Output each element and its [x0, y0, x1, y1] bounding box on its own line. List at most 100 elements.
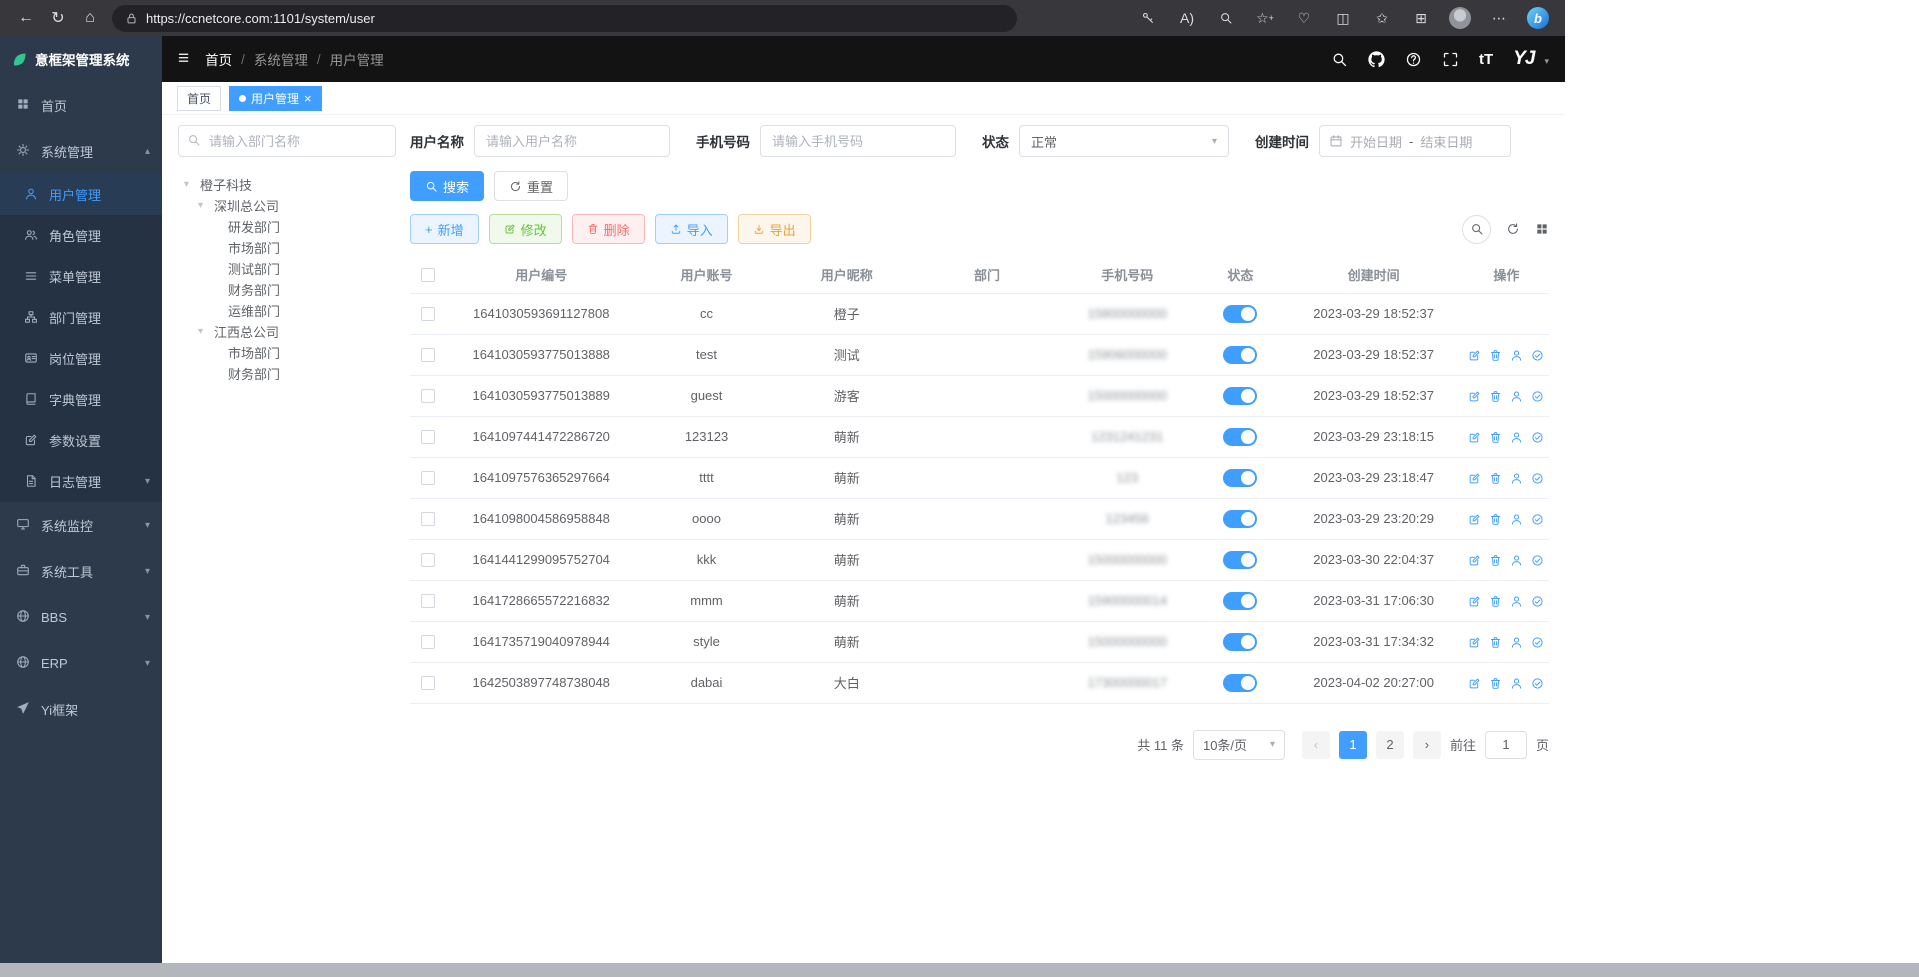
- prev-page-button[interactable]: ‹: [1302, 731, 1330, 759]
- sidebar-item-日志管理[interactable]: 日志管理▾: [0, 461, 162, 502]
- user-detail-icon[interactable]: [1510, 472, 1523, 485]
- tree-node[interactable]: ▾深圳总公司: [178, 195, 396, 216]
- status-toggle[interactable]: [1223, 510, 1257, 528]
- modify-button[interactable]: 修改: [489, 214, 562, 244]
- user-detail-icon[interactable]: [1510, 677, 1523, 690]
- page-size-select[interactable]: 10条/页 ▾: [1193, 730, 1285, 760]
- edit-row-icon[interactable]: [1468, 472, 1481, 485]
- address-bar[interactable]: https://ccnetcore.com:1101/system/user: [112, 5, 1017, 32]
- status-toggle[interactable]: [1223, 346, 1257, 364]
- approve-icon[interactable]: [1531, 636, 1544, 649]
- fullscreen-icon[interactable]: [1442, 51, 1459, 68]
- tree-node[interactable]: 财务部门: [178, 363, 396, 384]
- row-checkbox[interactable]: [421, 594, 435, 608]
- row-checkbox[interactable]: [421, 676, 435, 690]
- add-favorite-icon[interactable]: ☆: [1254, 7, 1276, 29]
- breadcrumb-home[interactable]: 首页: [205, 49, 232, 69]
- browser-settings-icon[interactable]: ⋯: [1488, 7, 1510, 29]
- approve-icon[interactable]: [1531, 677, 1544, 690]
- select-all-checkbox[interactable]: [421, 268, 435, 282]
- user-menu-caret-icon[interactable]: ▾: [1544, 56, 1549, 67]
- delete-row-icon[interactable]: [1489, 472, 1502, 485]
- sidebar-item-部门管理[interactable]: 部门管理: [0, 297, 162, 338]
- sidebar-item-首页[interactable]: 首页: [0, 82, 162, 128]
- favorites-icon[interactable]: ✩: [1371, 7, 1393, 29]
- status-select[interactable]: 正常 ▾: [1019, 125, 1229, 157]
- reset-button[interactable]: 重置: [494, 171, 568, 201]
- approve-icon[interactable]: [1531, 554, 1544, 567]
- edit-row-icon[interactable]: [1468, 431, 1481, 444]
- date-range-picker[interactable]: 开始日期 - 结束日期: [1319, 125, 1511, 157]
- dept-search-input[interactable]: [178, 125, 396, 157]
- status-toggle[interactable]: [1223, 469, 1257, 487]
- sidebar-item-系统监控[interactable]: 系统监控▾: [0, 502, 162, 548]
- search-button[interactable]: 搜索: [410, 171, 484, 201]
- sidebar-item-ERP[interactable]: ERP▾: [0, 640, 162, 686]
- tab-user-management[interactable]: 用户管理 ×: [229, 86, 322, 111]
- github-icon[interactable]: [1368, 51, 1385, 68]
- edit-row-icon[interactable]: [1468, 554, 1481, 567]
- approve-icon[interactable]: [1531, 349, 1544, 362]
- user-avatar-logo[interactable]: YJ: [1513, 48, 1534, 70]
- row-checkbox[interactable]: [421, 307, 435, 321]
- edit-row-icon[interactable]: [1468, 636, 1481, 649]
- sidebar-item-BBS[interactable]: BBS▾: [0, 594, 162, 640]
- table-search-button[interactable]: [1462, 215, 1491, 244]
- sidebar-item-系统管理[interactable]: 系统管理▴: [0, 128, 162, 174]
- user-detail-icon[interactable]: [1510, 431, 1523, 444]
- profile-avatar[interactable]: [1449, 7, 1471, 29]
- copilot-icon[interactable]: b: [1527, 7, 1549, 29]
- import-button[interactable]: 导入: [655, 214, 728, 244]
- export-button[interactable]: 导出: [738, 214, 811, 244]
- tree-node[interactable]: 财务部门: [178, 279, 396, 300]
- tree-node[interactable]: 测试部门: [178, 258, 396, 279]
- approve-icon[interactable]: [1531, 431, 1544, 444]
- collections-icon[interactable]: ⊞: [1410, 7, 1432, 29]
- user-detail-icon[interactable]: [1510, 513, 1523, 526]
- row-checkbox[interactable]: [421, 430, 435, 444]
- sidebar-collapse-icon[interactable]: ≡: [178, 48, 189, 70]
- delete-row-icon[interactable]: [1489, 431, 1502, 444]
- tab-home[interactable]: 首页: [177, 86, 221, 111]
- tab-close-icon[interactable]: ×: [304, 91, 312, 106]
- sidebar-item-角色管理[interactable]: 角色管理: [0, 215, 162, 256]
- status-toggle[interactable]: [1223, 305, 1257, 323]
- edit-row-icon[interactable]: [1468, 390, 1481, 403]
- delete-row-icon[interactable]: [1489, 595, 1502, 608]
- sidebar-item-字典管理[interactable]: 字典管理: [0, 379, 162, 420]
- edit-row-icon[interactable]: [1468, 513, 1481, 526]
- delete-row-icon[interactable]: [1489, 349, 1502, 362]
- delete-row-icon[interactable]: [1489, 513, 1502, 526]
- row-checkbox[interactable]: [421, 512, 435, 526]
- goto-page-input[interactable]: [1485, 731, 1527, 759]
- delete-row-icon[interactable]: [1489, 677, 1502, 690]
- back-icon[interactable]: ←: [10, 4, 42, 32]
- reload-icon[interactable]: ↻: [42, 4, 74, 32]
- page-1-button[interactable]: 1: [1339, 731, 1367, 759]
- tree-node[interactable]: 市场部门: [178, 237, 396, 258]
- sidebar-item-岗位管理[interactable]: 岗位管理: [0, 338, 162, 379]
- tree-expand-icon[interactable]: ▾: [198, 326, 214, 337]
- sidebar-item-菜单管理[interactable]: 菜单管理: [0, 256, 162, 297]
- zoom-icon[interactable]: [1215, 7, 1237, 29]
- breadcrumb-system[interactable]: 系统管理: [254, 49, 308, 69]
- tree-node[interactable]: 研发部门: [178, 216, 396, 237]
- table-column-settings-button[interactable]: [1535, 222, 1549, 236]
- approve-icon[interactable]: [1531, 595, 1544, 608]
- user-detail-icon[interactable]: [1510, 636, 1523, 649]
- edit-row-icon[interactable]: [1468, 595, 1481, 608]
- delete-row-icon[interactable]: [1489, 554, 1502, 567]
- tree-node[interactable]: 运维部门: [178, 300, 396, 321]
- delete-button[interactable]: 删除: [572, 214, 645, 244]
- sidebar-item-Yi框架[interactable]: Yi框架: [0, 686, 162, 732]
- font-size-icon[interactable]: tT: [1479, 51, 1493, 68]
- status-toggle[interactable]: [1223, 633, 1257, 651]
- tree-node[interactable]: 市场部门: [178, 342, 396, 363]
- browser-home-icon[interactable]: ⌂: [74, 4, 106, 32]
- user-detail-icon[interactable]: [1510, 390, 1523, 403]
- delete-row-icon[interactable]: [1489, 636, 1502, 649]
- row-checkbox[interactable]: [421, 553, 435, 567]
- sidebar-item-参数设置[interactable]: 参数设置: [0, 420, 162, 461]
- help-icon[interactable]: [1405, 51, 1422, 68]
- edit-row-icon[interactable]: [1468, 349, 1481, 362]
